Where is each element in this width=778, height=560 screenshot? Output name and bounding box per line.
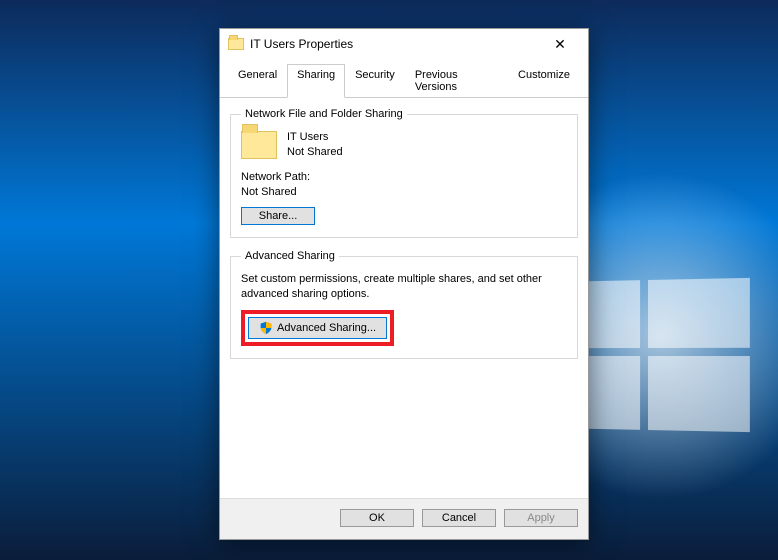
close-button[interactable]: ✕ xyxy=(538,30,582,58)
apply-button[interactable]: Apply xyxy=(504,509,578,527)
close-icon: ✕ xyxy=(554,36,566,53)
advanced-sharing-button-label: Advanced Sharing... xyxy=(277,322,376,334)
window-title: IT Users Properties xyxy=(250,37,538,51)
network-sharing-legend: Network File and Folder Sharing xyxy=(241,108,407,120)
tab-content: Network File and Folder Sharing IT Users… xyxy=(220,98,588,498)
dialog-button-row: OK Cancel Apply xyxy=(220,498,588,539)
tab-security[interactable]: Security xyxy=(345,64,405,98)
cancel-button[interactable]: Cancel xyxy=(422,509,496,527)
highlight-annotation: Advanced Sharing... xyxy=(241,310,394,346)
advanced-sharing-button[interactable]: Advanced Sharing... xyxy=(248,317,387,339)
share-status: Not Shared xyxy=(287,145,343,160)
tab-sharing[interactable]: Sharing xyxy=(287,64,345,98)
network-sharing-group: Network File and Folder Sharing IT Users… xyxy=(230,108,578,238)
share-folder-name: IT Users xyxy=(287,130,343,145)
tab-strip: General Sharing Security Previous Versio… xyxy=(220,59,588,98)
ok-button[interactable]: OK xyxy=(340,509,414,527)
folder-icon xyxy=(228,38,244,50)
advanced-sharing-legend: Advanced Sharing xyxy=(241,250,339,262)
titlebar[interactable]: IT Users Properties ✕ xyxy=(220,29,588,59)
tab-general[interactable]: General xyxy=(228,64,287,98)
folder-icon xyxy=(241,131,277,159)
share-button[interactable]: Share... xyxy=(241,207,315,225)
network-path-value: Not Shared xyxy=(241,185,567,200)
properties-dialog: IT Users Properties ✕ General Sharing Se… xyxy=(219,28,589,540)
shield-icon xyxy=(259,321,273,335)
network-path-label: Network Path: xyxy=(241,170,567,185)
tab-previous-versions[interactable]: Previous Versions xyxy=(405,64,508,98)
tab-customize[interactable]: Customize xyxy=(508,64,580,98)
desktop-wallpaper: IT Users Properties ✕ General Sharing Se… xyxy=(0,0,778,560)
advanced-sharing-description: Set custom permissions, create multiple … xyxy=(241,272,567,302)
advanced-sharing-group: Advanced Sharing Set custom permissions,… xyxy=(230,250,578,359)
